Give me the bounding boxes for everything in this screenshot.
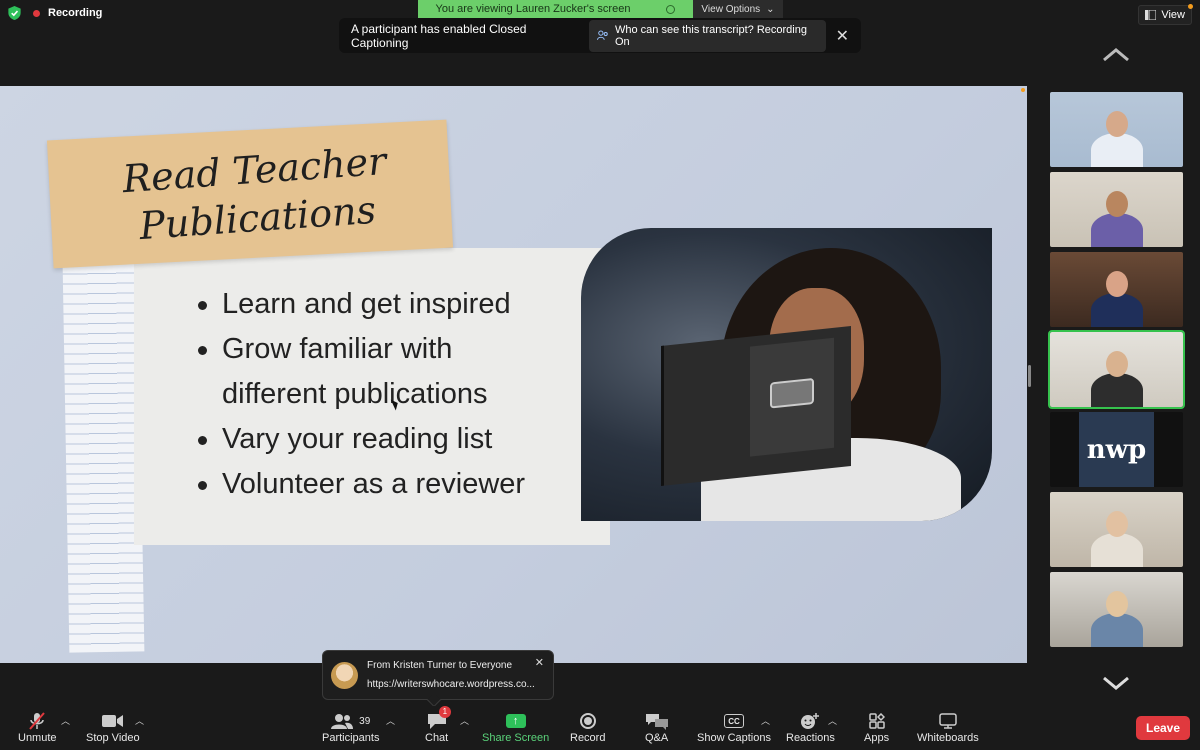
record-icon <box>579 713 596 729</box>
show-captions-label: Show Captions <box>697 732 771 744</box>
emoji-plus-icon <box>801 713 820 729</box>
participant-video-tile[interactable] <box>1050 572 1183 647</box>
panel-resize-handle[interactable] <box>1028 365 1031 387</box>
nwp-logo: nwp <box>1079 412 1154 487</box>
bullet-item: Learn and get inspired <box>198 282 525 327</box>
share-screen-button[interactable]: ↑ Share Screen <box>482 710 549 744</box>
avatar <box>331 662 358 689</box>
meeting-window: Recording You are viewing Lauren Zucker'… <box>0 0 1200 750</box>
unmute-label: Unmute <box>18 732 57 744</box>
chat-label: Chat <box>425 732 449 744</box>
recording-label: Recording <box>48 7 103 19</box>
recording-indicator: Recording <box>8 6 102 20</box>
participant-video-tile[interactable] <box>1050 252 1183 327</box>
whiteboard-icon <box>939 713 957 729</box>
unmute-button[interactable]: Unmute <box>18 710 57 744</box>
screen-corner-marker <box>1021 88 1025 92</box>
transcript-visibility-button[interactable]: Who can see this transcript? Recording O… <box>589 19 826 52</box>
participants-count: 39 <box>359 715 371 727</box>
recording-dot-icon <box>33 9 40 17</box>
apps-icon <box>868 713 885 729</box>
close-icon[interactable]: ✕ <box>836 26 849 46</box>
participants-icon <box>331 714 354 729</box>
stop-video-label: Stop Video <box>86 732 140 744</box>
participant-logo-tile[interactable]: nwp <box>1050 412 1183 487</box>
typewriter-icon <box>770 377 814 409</box>
share-screen-arrow-icon: ↑ <box>505 714 526 728</box>
apps-label: Apps <box>864 732 890 744</box>
shield-check-icon <box>8 6 21 20</box>
bullet-item: Grow familiar with <box>198 327 525 372</box>
participants-button[interactable]: 39 Participants <box>322 710 379 744</box>
view-options-label: View Options <box>701 3 761 15</box>
popup-tail <box>426 692 442 708</box>
captions-notice-text: A participant has enabled Closed Caption… <box>351 21 527 50</box>
qa-button[interactable]: Q&A <box>645 710 668 744</box>
captions-notice: A participant has enabled Closed Caption… <box>339 18 861 53</box>
book-graphic <box>661 326 851 486</box>
leave-button[interactable]: Leave <box>1136 716 1190 740</box>
microphone-muted-icon <box>29 712 46 730</box>
participant-thumbnails: nwp <box>1048 92 1185 652</box>
bullet-item-continuation: different publications <box>222 378 488 410</box>
reactions-options-caret-icon[interactable]: ︿ <box>828 714 837 727</box>
participant-video-tile[interactable] <box>1050 492 1183 567</box>
unmute-options-caret-icon[interactable]: ︿ <box>61 714 70 727</box>
transcript-visibility-label: Who can see this transcript? Recording O… <box>614 23 807 48</box>
video-camera-icon <box>101 715 123 727</box>
viewing-screen-banner: You are viewing Lauren Zucker's screen <box>418 0 693 18</box>
video-options-caret-icon[interactable]: ︿ <box>135 714 144 727</box>
woman-reading-photo <box>581 228 992 521</box>
record-button[interactable]: Record <box>570 710 605 744</box>
stop-video-button[interactable]: Stop Video <box>86 710 140 744</box>
close-icon[interactable]: ✕ <box>535 656 544 669</box>
participant-video-tile[interactable] <box>1050 92 1183 167</box>
scroll-up-chevron-icon[interactable] <box>1102 46 1130 64</box>
view-options-button[interactable]: View Options ⌄ <box>693 0 783 18</box>
qa-bubbles-icon <box>645 714 668 730</box>
slide-bullet-list: Learn and get inspired Grow familiar wit… <box>198 282 525 507</box>
chat-sender: From Kristen Turner to Everyone <box>367 660 513 671</box>
bullet-item: Vary your reading list <box>198 417 525 462</box>
show-captions-button[interactable]: CC Show Captions <box>697 710 771 744</box>
active-speaker-video-tile[interactable] <box>1048 330 1185 409</box>
participant-video-tile[interactable] <box>1050 172 1183 247</box>
view-button[interactable]: View <box>1138 4 1193 25</box>
view-label: View <box>1161 9 1185 21</box>
layout-icon <box>1145 10 1157 20</box>
participants-label: Participants <box>322 732 380 744</box>
scroll-down-chevron-icon[interactable] <box>1102 674 1130 692</box>
whiteboards-button[interactable]: Whiteboards <box>917 710 979 744</box>
qa-label: Q&A <box>645 732 669 744</box>
chat-unread-badge: 1 <box>438 706 452 718</box>
status-ring-icon <box>666 4 676 14</box>
chat-button[interactable]: 1 Chat <box>425 706 452 744</box>
notebook-paper-graphic <box>62 263 145 653</box>
bullet-item: Volunteer as a reviewer <box>198 462 525 507</box>
share-screen-label: Share Screen <box>482 732 550 744</box>
shared-screen: Read Teacher Publications Learn and get … <box>0 86 1027 663</box>
chat-options-caret-icon[interactable]: ︿ <box>460 714 469 727</box>
people-icon <box>597 30 609 40</box>
meeting-toolbar: Unmute ︿ Stop Video ︿ 39 Participants ︿ … <box>0 706 1200 750</box>
participants-options-caret-icon[interactable]: ︿ <box>386 714 395 727</box>
chat-notification[interactable]: From Kristen Turner to Everyone https://… <box>322 650 554 708</box>
record-label: Record <box>570 732 606 744</box>
chat-message-link[interactable]: https://writerswhocare.wordpress.co... <box>367 679 545 690</box>
closed-captions-icon: CC <box>724 714 744 728</box>
apps-button[interactable]: Apps <box>864 710 889 744</box>
notification-dot-icon <box>1188 4 1193 9</box>
whiteboards-label: Whiteboards <box>917 732 979 744</box>
captions-options-caret-icon[interactable]: ︿ <box>761 714 770 727</box>
viewing-screen-text: You are viewing Lauren Zucker's screen <box>435 3 631 15</box>
reactions-label: Reactions <box>786 732 835 744</box>
chevron-down-icon: ⌄ <box>766 3 775 15</box>
